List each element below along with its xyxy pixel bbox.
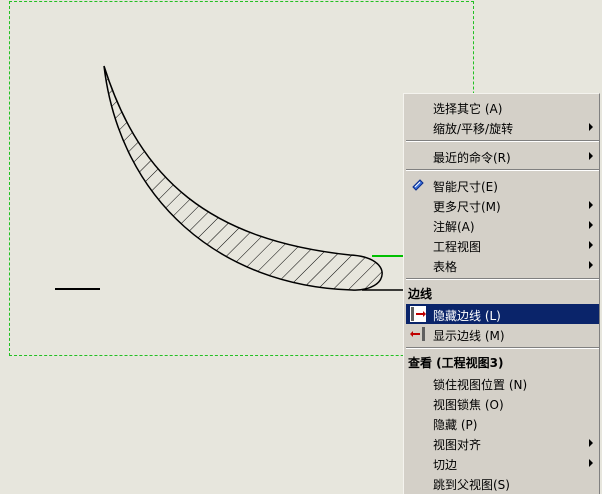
smart-dimension-icon	[412, 179, 424, 191]
menu-item-tangent-edge[interactable]: 切边	[406, 453, 599, 473]
menu-item-more-dimensions[interactable]: 更多尺寸(M)	[406, 195, 599, 215]
submenu-arrow-icon	[589, 459, 593, 467]
submenu-arrow-icon	[589, 241, 593, 249]
menu-item-select-other[interactable]: 选择其它 (A)	[406, 97, 599, 117]
hide-edge-icon	[410, 306, 426, 322]
menu-item-lock-view-focus[interactable]: 视图锁焦 (O)	[406, 393, 599, 413]
submenu-arrow-icon	[589, 201, 593, 209]
menu-item-tables[interactable]: 表格	[406, 255, 599, 275]
menu-separator	[406, 169, 599, 171]
menu-item-drawing-views[interactable]: 工程视图	[406, 235, 599, 255]
menu-item-view-alignment[interactable]: 视图对齐	[406, 433, 599, 453]
menu-section-header-edge: 边线	[408, 287, 433, 301]
menu-item-lock-view-position[interactable]: 锁住视图位置 (N)	[406, 373, 599, 393]
menu-item-jump-to-parent-view[interactable]: 跳到父视图(S)	[406, 473, 599, 493]
show-edge-icon	[410, 327, 425, 341]
menu-item-hide[interactable]: 隐藏 (P)	[406, 413, 599, 433]
submenu-arrow-icon	[589, 123, 593, 131]
menu-separator	[406, 140, 599, 142]
menu-separator	[406, 347, 599, 349]
context-menu: 选择其它 (A) 缩放/平移/旋转 最近的命令(R) 智能尺寸(E) 更多尺寸(…	[403, 93, 600, 494]
submenu-arrow-icon	[589, 261, 593, 269]
menu-item-zoom-pan-rotate[interactable]: 缩放/平移/旋转	[406, 117, 599, 137]
menu-separator	[406, 278, 599, 280]
menu-item-recent-commands[interactable]: 最近的命令(R)	[406, 146, 599, 166]
menu-item-hide-edge[interactable]: 隐藏边线 (L)	[406, 304, 599, 324]
submenu-arrow-icon	[589, 439, 593, 447]
menu-item-show-edge[interactable]: 显示边线 (M)	[406, 324, 599, 344]
submenu-arrow-icon	[589, 221, 593, 229]
menu-item-smart-dimension[interactable]: 智能尺寸(E)	[406, 175, 599, 195]
submenu-arrow-icon	[589, 152, 593, 160]
menu-section-header-view: 查看 (工程视图3)	[408, 356, 504, 370]
menu-item-annotations[interactable]: 注解(A)	[406, 215, 599, 235]
